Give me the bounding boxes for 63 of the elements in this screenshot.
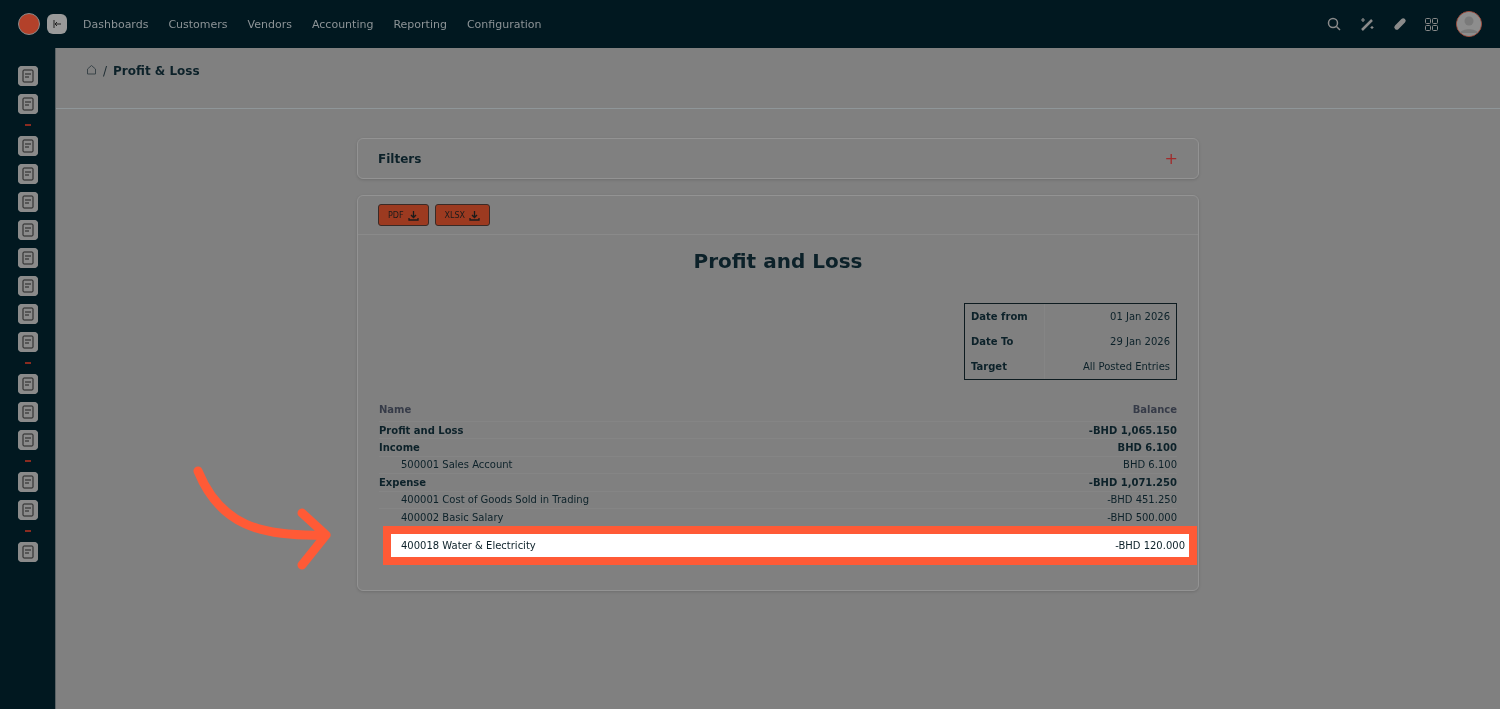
column-header: Name	[379, 404, 412, 415]
bandage-icon[interactable]	[1393, 17, 1407, 31]
app-tile-icon[interactable]	[17, 374, 38, 394]
nav-item[interactable]: Reporting	[383, 17, 457, 31]
account-name: 400002 Basic Salary	[400, 511, 504, 523]
column-header: Balance	[1132, 404, 1177, 415]
avatar[interactable]	[1456, 11, 1482, 37]
magic-wand-icon[interactable]	[1359, 16, 1375, 32]
info-label: Target	[965, 354, 1045, 379]
separator-dash	[24, 124, 31, 126]
app-tile-icon[interactable]	[17, 304, 38, 324]
apps-grid-icon[interactable]	[1425, 17, 1438, 31]
app-tile-icon[interactable]	[17, 500, 38, 520]
logo[interactable]	[18, 13, 40, 35]
info-value: 01 Jan 2026	[1109, 310, 1171, 324]
separator-dash	[24, 362, 31, 364]
nav-item[interactable]: Dashboards	[73, 17, 159, 31]
filters-title: Filters	[378, 151, 422, 166]
account-name: 400001 Cost of Goods Sold in Trading	[400, 494, 590, 506]
app-tile-icon[interactable]	[17, 220, 38, 240]
report-title: Profit and Loss	[692, 249, 864, 273]
download-icon	[469, 209, 481, 221]
nav-item[interactable]: Customers	[158, 17, 238, 31]
info-value: 29 Jan 2026	[1109, 335, 1171, 349]
nav-item[interactable]: Vendors	[237, 17, 302, 31]
app-tile-icon[interactable]	[17, 276, 38, 296]
account-name: Profit and Loss	[379, 424, 464, 436]
separator-dash	[24, 530, 31, 532]
app-tile-icon[interactable]	[17, 248, 38, 268]
download-icon	[407, 209, 419, 221]
app-tile-icon[interactable]	[17, 94, 38, 114]
app-tile-icon[interactable]	[17, 332, 38, 352]
account-name: 400018 Water & Electricity	[400, 540, 536, 552]
balance-value: -BHD 451.250	[1107, 494, 1177, 506]
account-name: 500001 Sales Account	[400, 459, 513, 471]
nav-item[interactable]: Configuration	[456, 17, 552, 31]
search-icon[interactable]	[1327, 17, 1341, 31]
info-label: Date To	[965, 329, 1045, 354]
app-tile-icon[interactable]	[17, 136, 38, 156]
breadcrumb-current: Profit & Loss	[113, 64, 200, 78]
balance-value: -BHD 500.000	[1107, 511, 1177, 523]
app-tile-icon[interactable]	[17, 430, 38, 450]
home-icon[interactable]	[86, 64, 97, 75]
balance-value: BHD 6.100	[1117, 442, 1177, 454]
balance-value: BHD 6.100	[1123, 459, 1177, 471]
info-label: Date from	[965, 304, 1045, 329]
balance-value: -BHD 1,065.150	[1088, 424, 1177, 436]
separator-dash	[24, 460, 31, 462]
balance-value: -BHD 120.000	[1115, 540, 1185, 552]
app-tile-icon[interactable]	[17, 472, 38, 492]
collapse-icon	[52, 19, 62, 29]
nav-item[interactable]: Accounting	[302, 17, 384, 31]
app-tile-icon[interactable]	[17, 164, 38, 184]
info-value: All Posted Entries	[1082, 360, 1171, 374]
app-tile-icon[interactable]	[17, 542, 38, 562]
app-tile-icon[interactable]	[17, 402, 38, 422]
account-name: Income	[379, 442, 420, 454]
breadcrumb-separator: /	[103, 64, 108, 78]
collapse-button[interactable]	[47, 14, 67, 34]
app-tile-icon[interactable]	[17, 66, 38, 86]
app-tile-icon[interactable]	[17, 192, 38, 212]
balance-value: -BHD 1,071.250	[1088, 476, 1177, 488]
account-name: Expense	[379, 476, 427, 488]
